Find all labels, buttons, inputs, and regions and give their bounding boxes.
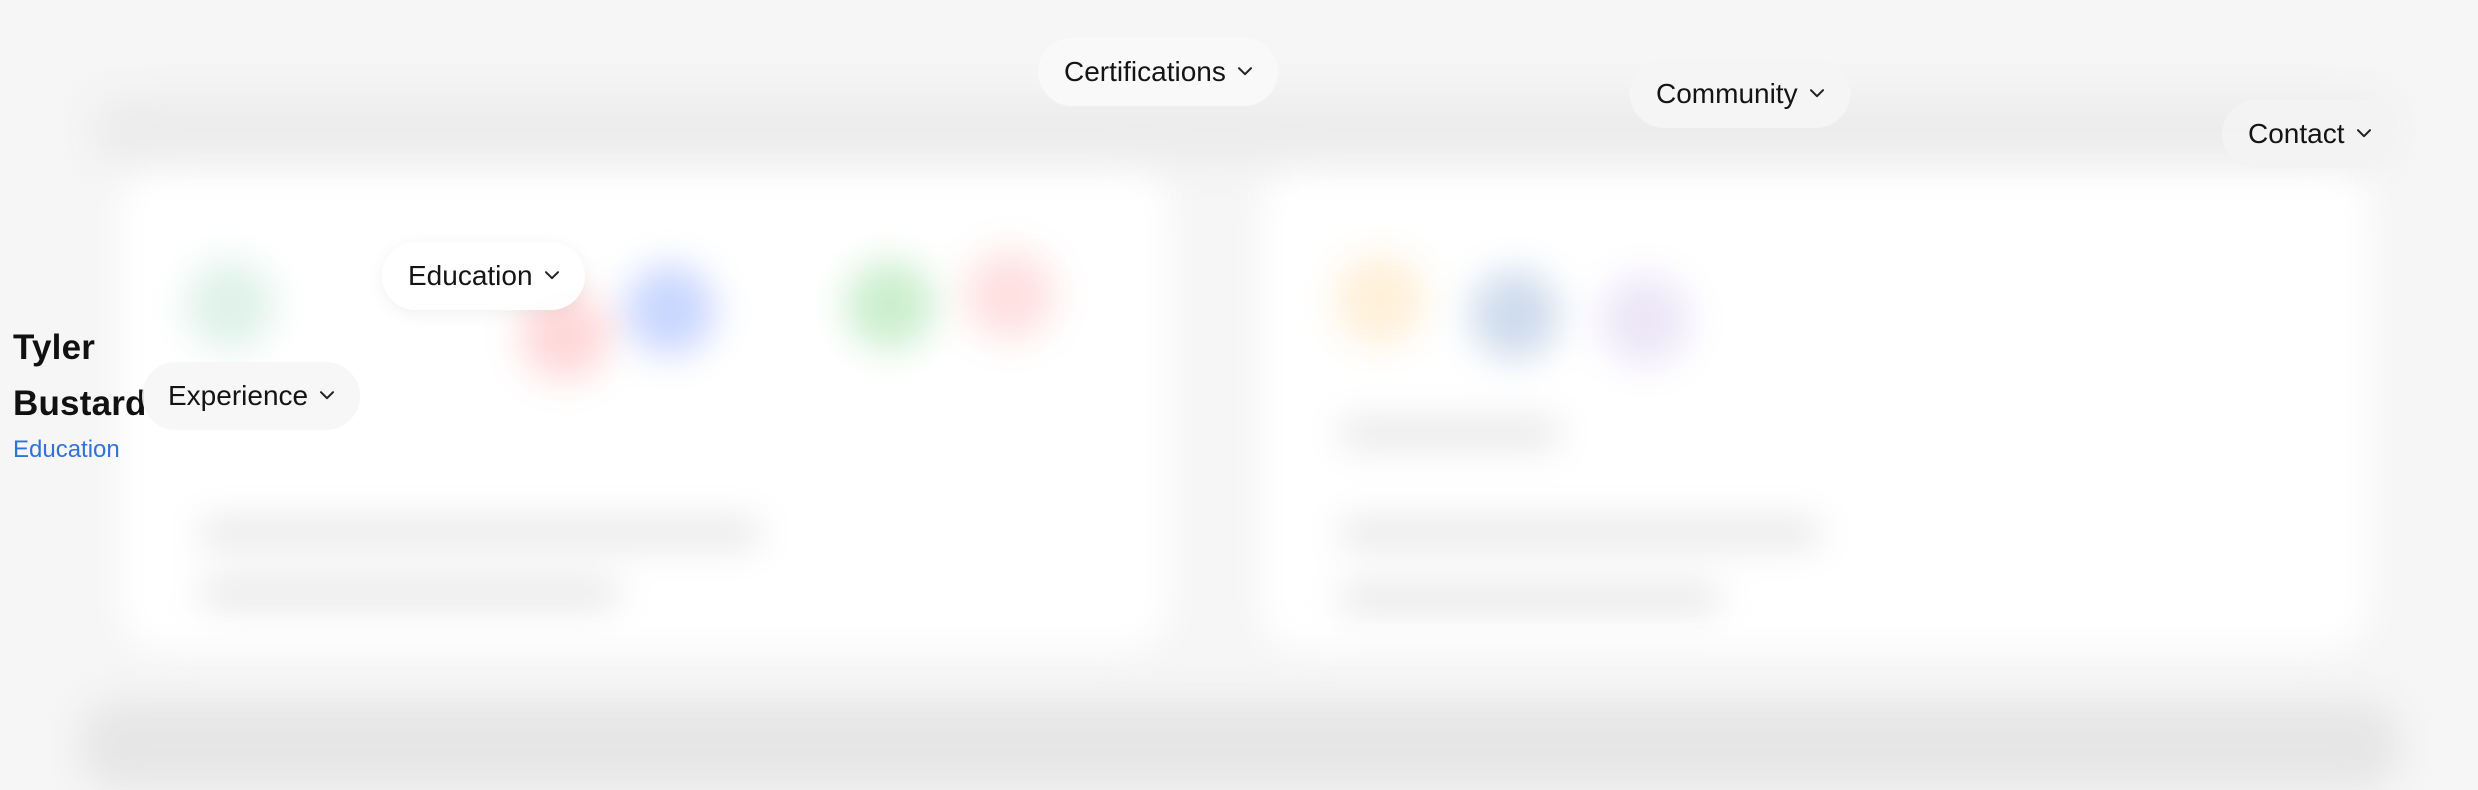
nav-community-label: Community	[1656, 78, 1798, 109]
nav-education-label: Education	[408, 260, 533, 291]
background-logo-orange	[1335, 255, 1425, 345]
background-logo-lilac	[1600, 275, 1690, 365]
nav-certifications-label: Certifications	[1064, 56, 1226, 87]
nav-certifications-dropdown[interactable]: Certifications	[1038, 38, 1278, 106]
page-title: Tyler Bustard	[13, 328, 147, 423]
background-card-right	[1260, 170, 2370, 650]
background-logo-slate	[1470, 270, 1560, 360]
chevron-down-icon	[2356, 126, 2371, 140]
nav-community-dropdown[interactable]: Community	[1630, 60, 1850, 128]
chevron-down-icon	[1809, 86, 1824, 100]
background-text-line	[1340, 585, 1720, 611]
background-logo-green	[185, 260, 275, 350]
chevron-down-icon	[544, 268, 559, 282]
background-footer	[80, 700, 2400, 790]
background-text-line	[200, 520, 760, 546]
nav-experience-dropdown[interactable]: Experience	[142, 362, 361, 430]
page-header: Tyler Bustard Education	[13, 320, 163, 464]
nav-contact-label: Contact	[2248, 118, 2345, 149]
blurred-background	[0, 0, 2478, 790]
chevron-down-icon	[1237, 64, 1252, 78]
nav-contact-dropdown[interactable]: Contact	[2222, 100, 2397, 168]
nav-experience-label: Experience	[168, 380, 309, 411]
section-link[interactable]: Education	[13, 436, 163, 464]
background-logo-pink	[965, 250, 1055, 340]
background-text-line	[1340, 420, 1560, 446]
background-logo-green-2	[845, 260, 935, 350]
background-text-line	[1340, 520, 1820, 546]
background-text-line	[200, 580, 620, 606]
chevron-down-icon	[320, 388, 335, 402]
nav-education-dropdown[interactable]: Education	[382, 242, 585, 310]
background-logo-blue	[625, 265, 715, 355]
